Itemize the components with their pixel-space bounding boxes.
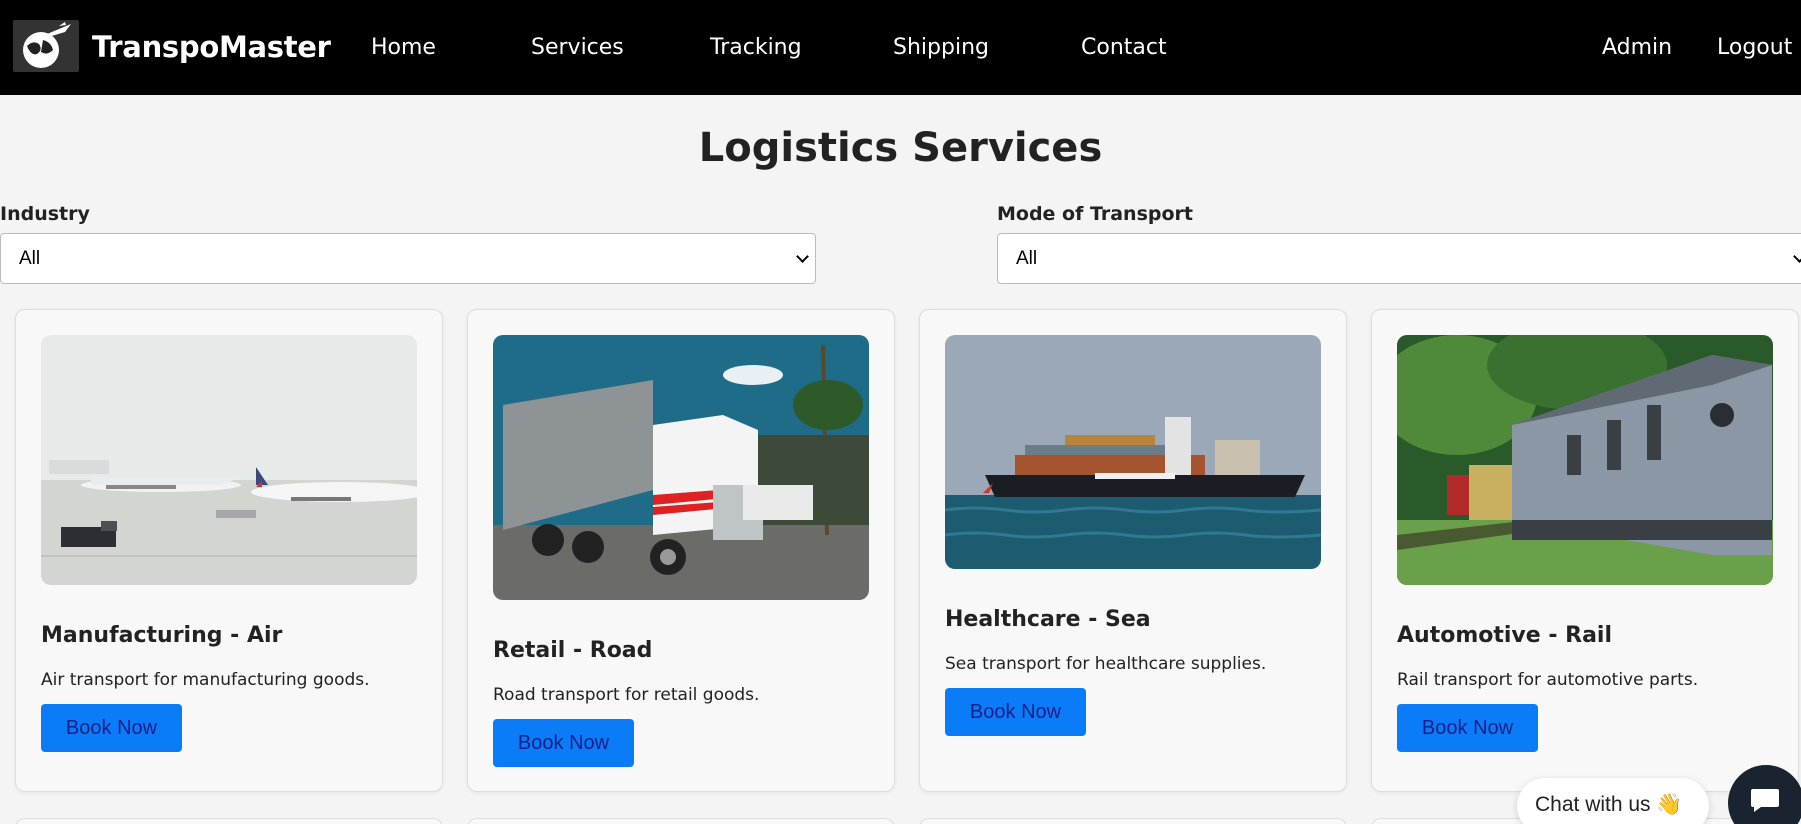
nav-home[interactable]: Home xyxy=(371,35,436,60)
card-description: Sea transport for healthcare supplies. xyxy=(945,654,1267,674)
airplanes-photo xyxy=(41,335,417,585)
transport-label: Mode of Transport xyxy=(997,203,1194,225)
cargo-ship-photo xyxy=(945,335,1321,569)
book-now-button[interactable]: Book Now xyxy=(41,704,182,752)
card-title: Automotive - Rail xyxy=(1397,623,1612,648)
brand-name[interactable]: TranspoMaster xyxy=(92,30,331,64)
transport-select-value: All xyxy=(1016,248,1038,269)
service-card-sea: Healthcare - Sea Sea transport for healt… xyxy=(919,309,1347,792)
nav-tracking[interactable]: Tracking xyxy=(710,35,802,60)
industry-label: Industry xyxy=(0,203,90,225)
book-now-button[interactable]: Book Now xyxy=(493,719,634,767)
nav-logout[interactable]: Logout xyxy=(1717,35,1792,60)
chevron-down-icon xyxy=(1793,250,1801,263)
chevron-down-icon xyxy=(796,250,809,263)
chat-label: Chat with us 👋 xyxy=(1535,793,1683,816)
industry-select-value: All xyxy=(19,248,41,269)
card-description: Road transport for retail goods. xyxy=(493,685,760,705)
nav-admin[interactable]: Admin xyxy=(1602,35,1672,60)
book-now-button[interactable]: Book Now xyxy=(945,688,1086,736)
transport-select[interactable]: All xyxy=(997,233,1801,284)
service-card-rail: Automotive - Rail Rail transport for aut… xyxy=(1371,309,1799,792)
chat-bubble-icon xyxy=(1751,789,1779,812)
train-photo xyxy=(1397,335,1773,585)
service-card-road: Retail - Road Road transport for retail … xyxy=(467,309,895,792)
chat-with-us-pill[interactable]: Chat with us 👋 xyxy=(1517,778,1709,824)
card-description: Rail transport for automotive parts. xyxy=(1397,670,1699,690)
card-title: Manufacturing - Air xyxy=(41,623,283,648)
nav-contact[interactable]: Contact xyxy=(1081,35,1167,60)
industry-select[interactable]: All xyxy=(0,233,816,284)
service-card-air: Manufacturing - Air Air transport for ma… xyxy=(15,309,443,792)
truck-photo xyxy=(493,335,869,600)
card-title: Retail - Road xyxy=(493,638,653,663)
nav-shipping[interactable]: Shipping xyxy=(893,35,989,60)
card-description: Air transport for manufacturing goods. xyxy=(41,670,370,690)
globe-plane-logo-icon[interactable] xyxy=(13,20,79,72)
service-card-peek xyxy=(15,818,443,824)
nav-services[interactable]: Services xyxy=(531,35,624,60)
card-title: Healthcare - Sea xyxy=(945,607,1151,632)
service-card-peek xyxy=(919,818,1347,824)
service-card-peek xyxy=(467,818,895,824)
top-navbar: TranspoMaster Home Services Tracking Shi… xyxy=(0,0,1801,95)
page-title: Logistics Services xyxy=(698,125,1103,171)
book-now-button[interactable]: Book Now xyxy=(1397,704,1538,752)
